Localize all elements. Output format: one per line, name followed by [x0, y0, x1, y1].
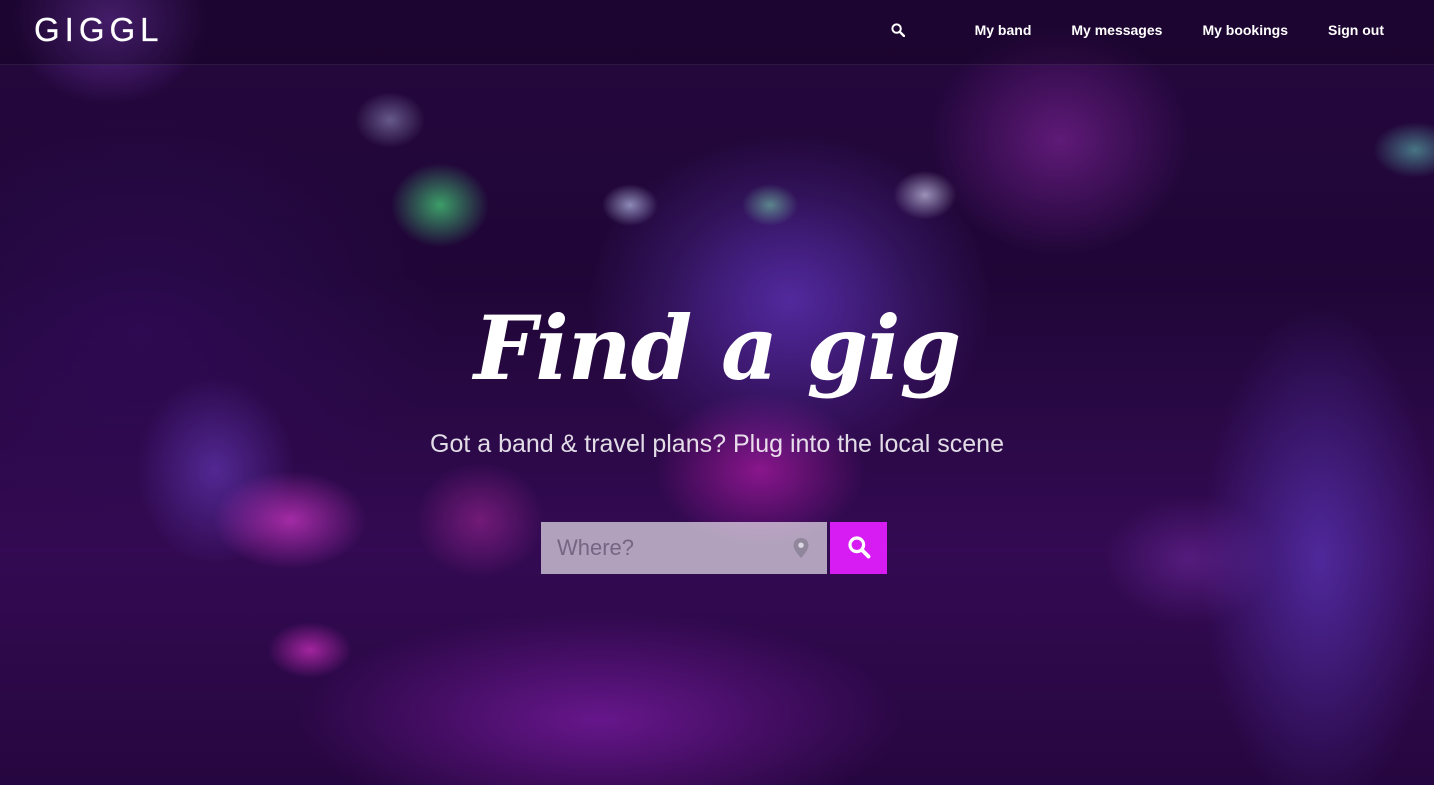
giggl-logo[interactable]: GIGGL — [34, 11, 164, 48]
nav-link-my-band[interactable]: My band — [975, 22, 1032, 38]
hero-subtitle: Got a band & travel plans? Plug into the… — [430, 430, 1004, 458]
hero-section: Find a gig Got a band & travel plans? Pl… — [0, 0, 1434, 785]
nav-link-my-messages[interactable]: My messages — [1071, 22, 1162, 38]
top-navbar: GIGGL My band My messages My bookings Si… — [0, 0, 1434, 65]
page: GIGGL My band My messages My bookings Si… — [0, 0, 1434, 785]
search-submit-button[interactable] — [830, 522, 887, 574]
nav-menu: My band My messages My bookings Sign out — [887, 0, 1384, 60]
nav-link-my-bookings[interactable]: My bookings — [1202, 22, 1288, 38]
search-input-wrapper — [541, 522, 827, 574]
location-search-form — [541, 522, 887, 574]
hero-title: Find a gig — [473, 296, 961, 400]
nav-link-sign-out[interactable]: Sign out — [1328, 22, 1384, 38]
where-search-input[interactable] — [541, 522, 827, 574]
search-icon[interactable] — [887, 19, 909, 41]
map-pin-icon — [792, 537, 810, 559]
search-icon — [847, 535, 871, 562]
